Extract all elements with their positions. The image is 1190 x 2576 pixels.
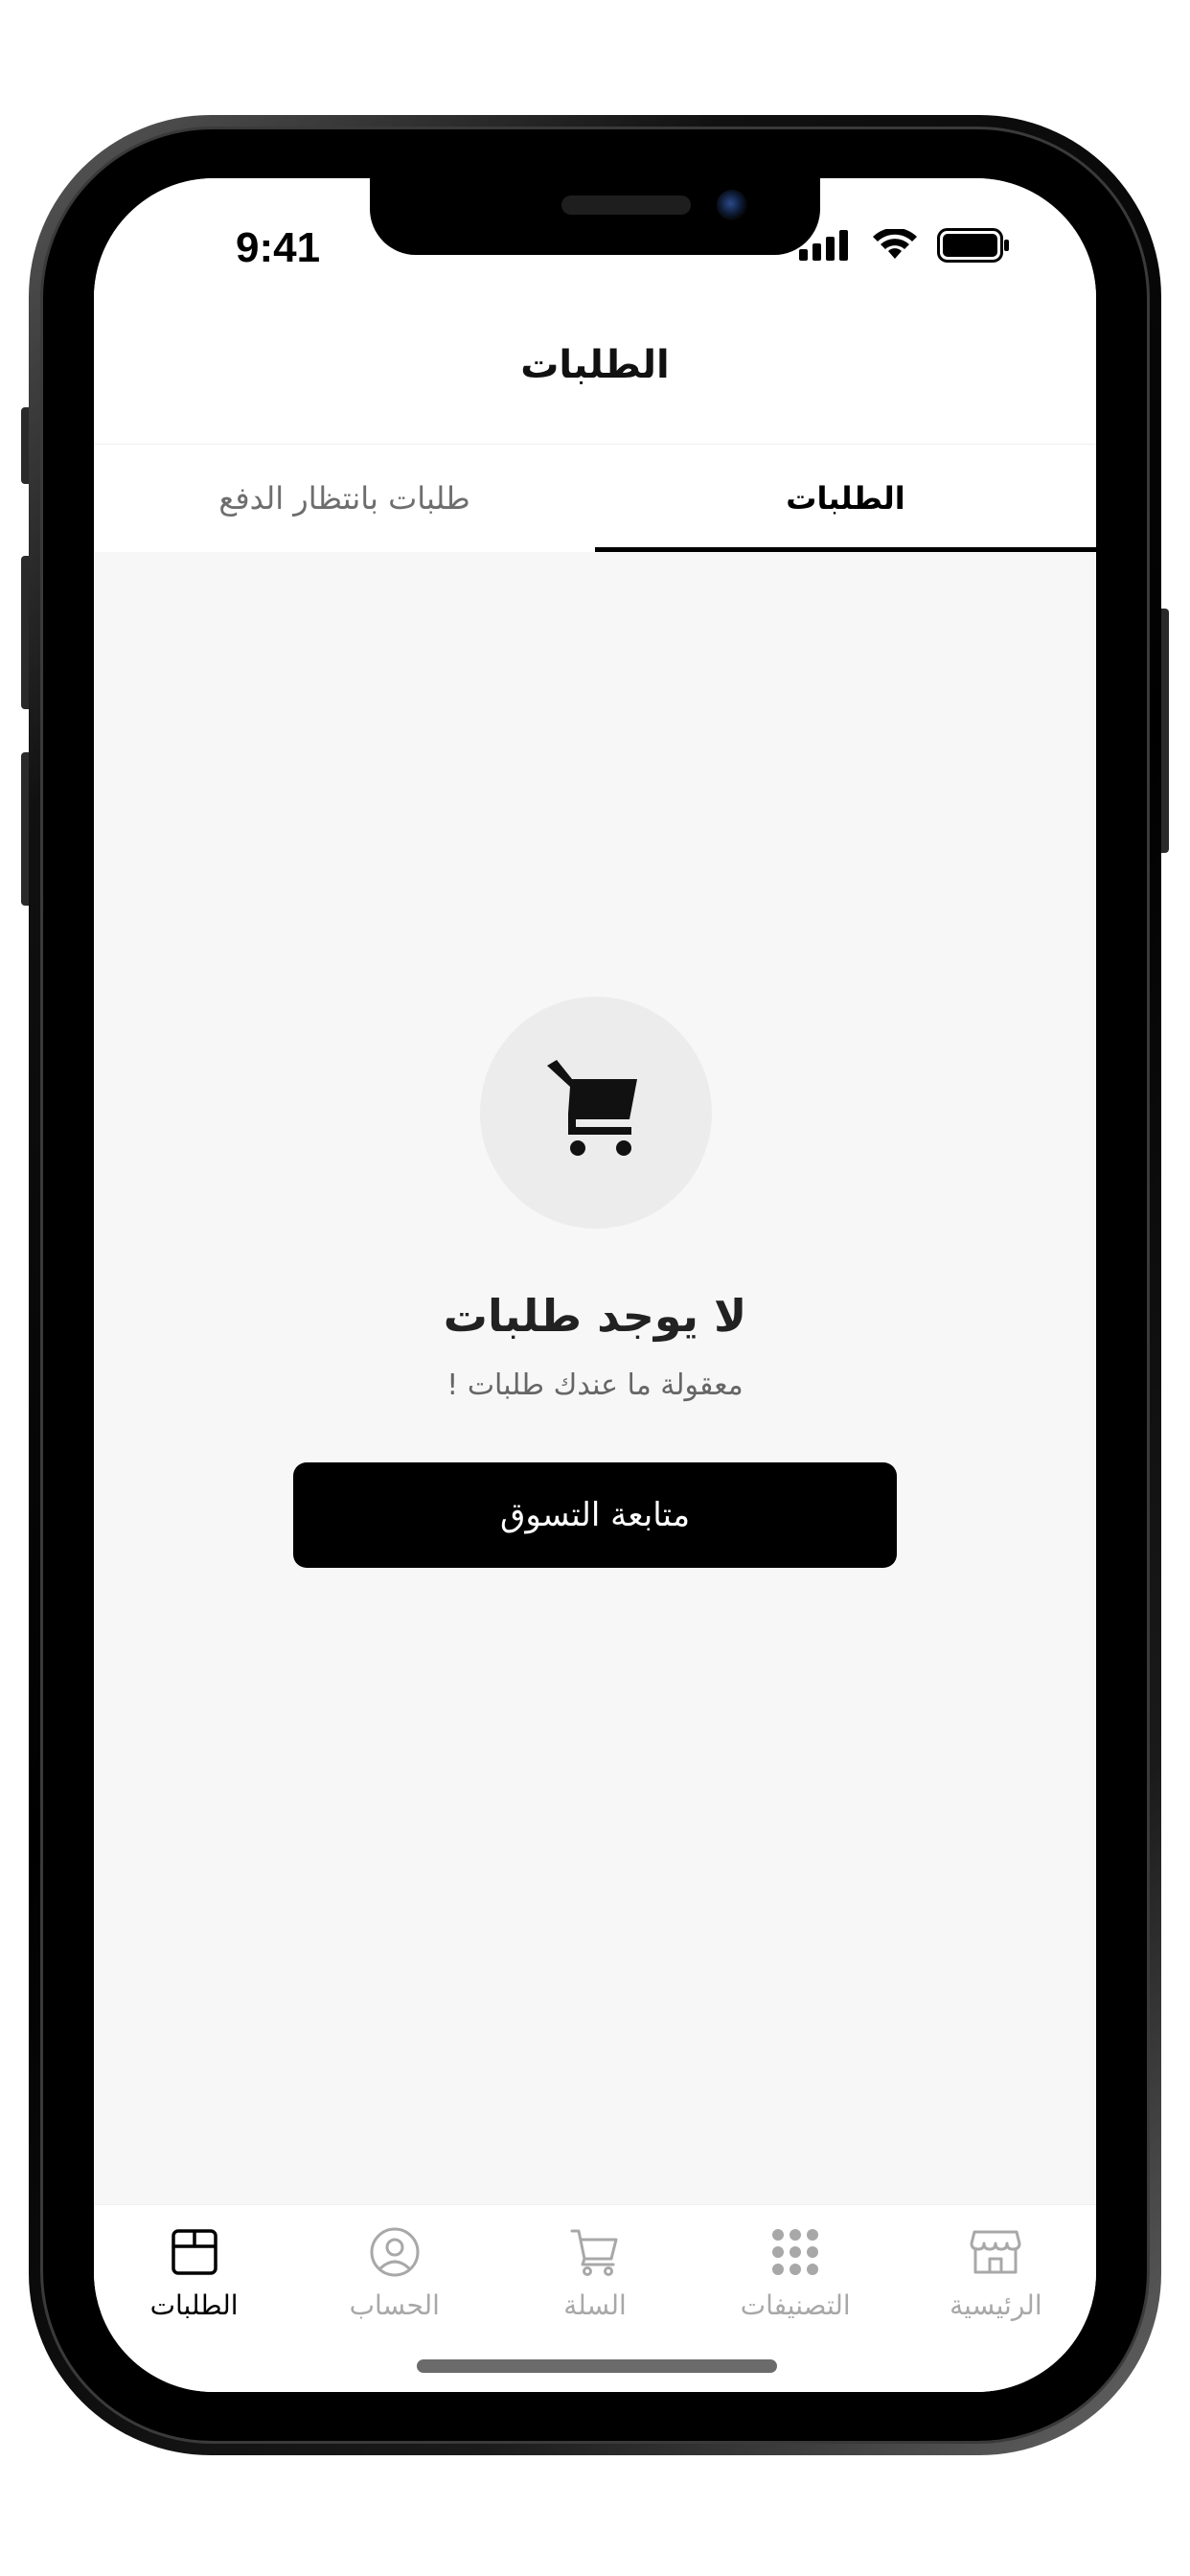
screen: 9:41 الطلبات الطلبات طلبات بانتظار الدفع… bbox=[94, 178, 1096, 2392]
orders-tabs: الطلبات طلبات بانتظار الدفع bbox=[94, 445, 1096, 552]
home-indicator bbox=[417, 2359, 777, 2373]
app-header: الطلبات bbox=[94, 293, 1096, 445]
nav-label-home: الرئيسية bbox=[950, 2289, 1042, 2321]
notch bbox=[370, 178, 820, 255]
device-mockup: 9:41 الطلبات الطلبات طلبات بانتظار الدفع… bbox=[0, 0, 1190, 2576]
nav-label-orders: الطلبات bbox=[149, 2289, 239, 2321]
empty-state-subtitle: معقولة ما عندك طلبات ! bbox=[446, 1368, 744, 1402]
status-icons bbox=[799, 227, 1010, 266]
front-camera bbox=[717, 190, 747, 220]
box-icon bbox=[169, 2226, 220, 2278]
nav-label-categories: التصنيفات bbox=[740, 2289, 851, 2321]
continue-shopping-button[interactable]: متابعة التسوق bbox=[293, 1462, 897, 1568]
store-icon bbox=[970, 2226, 1021, 2278]
wifi-icon bbox=[872, 227, 918, 265]
nav-item-orders[interactable]: الطلبات bbox=[94, 2205, 294, 2392]
tab-pending-payment[interactable]: طلبات بانتظار الدفع bbox=[94, 445, 595, 552]
cart-icon bbox=[543, 1058, 649, 1167]
speaker-grille bbox=[561, 196, 691, 215]
empty-state-title: لا يوجد طلبات bbox=[443, 1290, 747, 1342]
tab-orders[interactable]: الطلبات bbox=[595, 445, 1096, 552]
nav-item-home[interactable]: الرئيسية bbox=[896, 2205, 1096, 2392]
cart-icon bbox=[569, 2226, 621, 2278]
grid-icon bbox=[769, 2226, 821, 2278]
user-icon bbox=[369, 2226, 421, 2278]
nav-label-cart: السلة bbox=[563, 2289, 627, 2321]
empty-state-illustration bbox=[480, 997, 712, 1229]
status-time: 9:41 bbox=[236, 224, 321, 271]
page-title: الطلبات bbox=[520, 343, 670, 387]
battery-icon bbox=[937, 228, 1010, 266]
nav-label-account: الحساب bbox=[349, 2289, 440, 2321]
phone-frame: 9:41 الطلبات الطلبات طلبات بانتظار الدفع… bbox=[29, 115, 1161, 2455]
